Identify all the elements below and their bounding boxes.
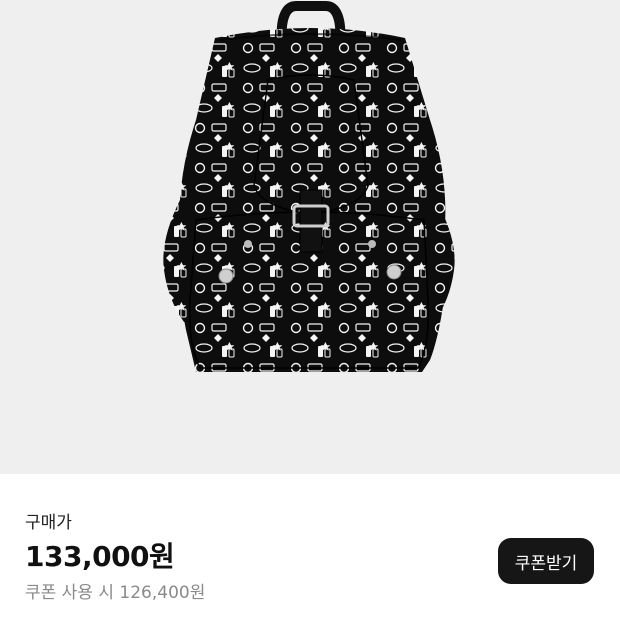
product-image[interactable] xyxy=(0,0,620,474)
coupon-price-text: 쿠폰 사용 시 126,400원 xyxy=(25,583,206,603)
get-coupon-button[interactable]: 쿠폰받기 xyxy=(498,538,594,584)
product-detail-page: 구매가 133,000원 쿠폰 사용 시 126,400원 쿠폰받기 xyxy=(0,0,620,620)
product-image-area xyxy=(0,0,620,474)
price-label: 구매가 xyxy=(25,513,72,533)
price-value: 133,000원 xyxy=(25,540,175,573)
product-info-section: 구매가 133,000원 쿠폰 사용 시 126,400원 쿠폰받기 xyxy=(0,474,620,620)
